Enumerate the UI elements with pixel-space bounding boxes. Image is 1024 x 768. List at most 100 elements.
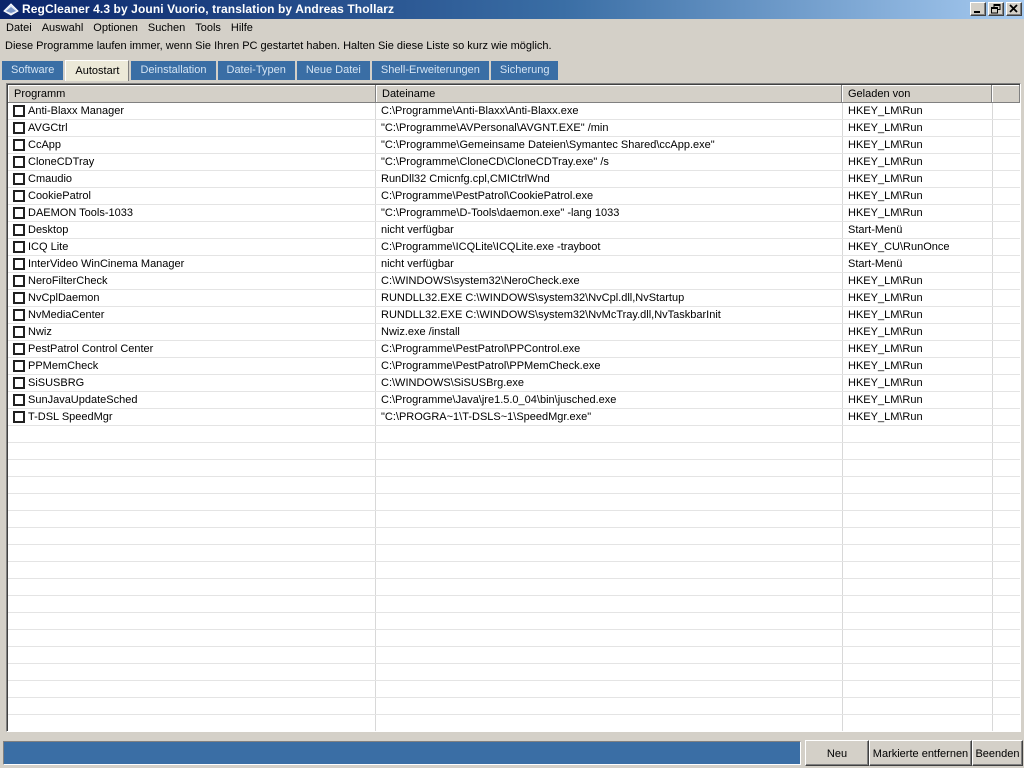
table-row[interactable]: InterVideo WinCinema Manager nicht verfüg…: [8, 256, 1020, 273]
table-row[interactable]: Anti-Blaxx Manager C:\Programme\Anti-Blax…: [8, 103, 1020, 120]
menu-suchen[interactable]: Suchen: [143, 19, 190, 38]
cell-geladen-von: HKEY_LM\Run: [848, 309, 923, 321]
table-row[interactable]: Cmaudio RunDll32 Cmicnfg.cpl,CMICtrlWnd HK…: [8, 171, 1020, 188]
table-row[interactable]: Desktop nicht verfügbar Start-Menü: [8, 222, 1020, 239]
table-row[interactable]: SiSUSBRG C:\WINDOWS\SiSUSBrg.exe HKEY_LM\R…: [8, 375, 1020, 392]
row-checkbox[interactable]: [13, 309, 25, 321]
cell-dateiname: C:\WINDOWS\SiSUSBrg.exe: [381, 377, 525, 389]
menu-auswahl[interactable]: Auswahl: [37, 19, 89, 38]
remove-selected-button[interactable]: Markierte entfernen: [869, 740, 972, 766]
table-row[interactable]: CloneCDTray "C:\Programme\CloneCD\CloneCD…: [8, 154, 1020, 171]
empty-row: [8, 647, 1020, 664]
empty-row: [8, 460, 1020, 477]
table-row[interactable]: T-DSL SpeedMgr "C:\PROGRA~1\T-DSLS~1\Spee…: [8, 409, 1020, 426]
row-checkbox[interactable]: [13, 275, 25, 287]
empty-row: [8, 630, 1020, 647]
table-row[interactable]: NeroFilterCheck C:\WINDOWS\system32\NeroC…: [8, 273, 1020, 290]
cell-dateiname: RUNDLL32.EXE C:\WINDOWS\system32\NvCpl.d…: [381, 292, 685, 304]
table-row[interactable]: Nwiz Nwiz.exe /install HKEY_LM\Run: [8, 324, 1020, 341]
row-checkbox[interactable]: [13, 139, 25, 151]
row-checkbox[interactable]: [13, 292, 25, 304]
cell-geladen-von: HKEY_LM\Run: [848, 275, 923, 287]
cell-programm: CcApp: [28, 139, 62, 151]
menu-hilfe[interactable]: Hilfe: [226, 19, 258, 38]
title-bar[interactable]: RegCleaner 4.3 by Jouni Vuorio, translat…: [0, 0, 1024, 19]
tab-sicherung[interactable]: Sicherung: [490, 61, 559, 80]
tab-autostart[interactable]: Autostart: [65, 60, 130, 81]
tab-datei-typen[interactable]: Datei-Typen: [217, 61, 295, 80]
cell-programm: Nwiz: [28, 326, 52, 338]
row-checkbox[interactable]: [13, 411, 25, 423]
cell-programm: PPMemCheck: [28, 360, 99, 372]
empty-row: [8, 579, 1020, 596]
table-row[interactable]: PPMemCheck C:\Programme\PestPatrol\PPMemC…: [8, 358, 1020, 375]
table-row[interactable]: CookiePatrol C:\Programme\PestPatrol\Cook…: [8, 188, 1020, 205]
cell-dateiname: "C:\Programme\CloneCD\CloneCDTray.exe" /…: [381, 156, 609, 168]
cell-geladen-von: HKEY_LM\Run: [848, 326, 923, 338]
cell-programm: SunJavaUpdateSched: [28, 394, 138, 406]
empty-row: [8, 443, 1020, 460]
cell-geladen-von: HKEY_LM\Run: [848, 377, 923, 389]
tab-shell-erweiterungen[interactable]: Shell-Erweiterungen: [371, 61, 489, 80]
list-rows: Anti-Blaxx Manager C:\Programme\Anti-Blax…: [8, 103, 1020, 731]
cell-geladen-von: HKEY_LM\Run: [848, 190, 923, 202]
cell-geladen-von: HKEY_LM\Run: [848, 360, 923, 372]
table-row[interactable]: NvCplDaemon RUNDLL32.EXE C:\WINDOWS\syste…: [8, 290, 1020, 307]
row-checkbox[interactable]: [13, 258, 25, 270]
menu-optionen[interactable]: Optionen: [88, 19, 143, 38]
tab-deinstallation[interactable]: Deinstallation: [131, 61, 216, 80]
table-row[interactable]: SunJavaUpdateSched C:\Programme\Java\jre1…: [8, 392, 1020, 409]
cell-geladen-von: Start-Menü: [848, 258, 903, 270]
row-checkbox[interactable]: [13, 190, 25, 202]
table-row[interactable]: DAEMON Tools-1033 "C:\Programme\D-Tools\d…: [8, 205, 1020, 222]
table-row[interactable]: PestPatrol Control Center C:\Programme\Pe…: [8, 341, 1020, 358]
cell-geladen-von: HKEY_LM\Run: [848, 343, 923, 355]
empty-row: [8, 613, 1020, 630]
menu-tools[interactable]: Tools: [190, 19, 226, 38]
close-button[interactable]: [1006, 2, 1022, 16]
row-checkbox[interactable]: [13, 173, 25, 185]
row-checkbox[interactable]: [13, 122, 25, 134]
empty-row: [8, 596, 1020, 613]
empty-row: [8, 494, 1020, 511]
tab-neue-datei[interactable]: Neue Datei: [296, 61, 370, 80]
row-checkbox[interactable]: [13, 224, 25, 236]
new-button[interactable]: Neu: [805, 740, 869, 766]
cell-programm: NvCplDaemon: [28, 292, 100, 304]
cell-programm: T-DSL SpeedMgr: [28, 411, 113, 423]
restore-button[interactable]: [988, 2, 1004, 16]
regcleaner-app-icon: [3, 3, 19, 16]
column-header-dateiname[interactable]: Dateiname: [376, 85, 842, 103]
tab-software[interactable]: Software: [2, 61, 64, 80]
column-header-geladen-von[interactable]: Geladen von: [842, 85, 992, 103]
row-checkbox[interactable]: [13, 156, 25, 168]
cell-programm: NeroFilterCheck: [28, 275, 108, 287]
restore-icon: [991, 4, 1001, 14]
column-header-filler: [992, 85, 1020, 103]
row-checkbox[interactable]: [13, 207, 25, 219]
row-checkbox[interactable]: [13, 326, 25, 338]
row-checkbox[interactable]: [13, 343, 25, 355]
table-row[interactable]: NvMediaCenter RUNDLL32.EXE C:\WINDOWS\sys…: [8, 307, 1020, 324]
info-text: Diese Programme laufen immer, wenn Sie I…: [5, 40, 552, 52]
table-row[interactable]: AVGCtrl "C:\Programme\AVPersonal\AVGNT.EX…: [8, 120, 1020, 137]
empty-row: [8, 698, 1020, 715]
empty-row: [8, 426, 1020, 443]
empty-row: [8, 681, 1020, 698]
row-checkbox[interactable]: [13, 377, 25, 389]
exit-button[interactable]: Beenden: [972, 740, 1023, 766]
row-checkbox[interactable]: [13, 394, 25, 406]
column-header-programm[interactable]: Programm: [8, 85, 376, 103]
table-row[interactable]: CcApp "C:\Programme\Gemeinsame Dateien\Sy…: [8, 137, 1020, 154]
table-row[interactable]: ICQ Lite C:\Programme\ICQLite\ICQLite.exe…: [8, 239, 1020, 256]
row-checkbox[interactable]: [13, 241, 25, 253]
autostart-list[interactable]: Programm Dateiname Geladen von Anti-Blax…: [6, 83, 1021, 732]
row-checkbox[interactable]: [13, 105, 25, 117]
empty-row: [8, 477, 1020, 494]
row-checkbox[interactable]: [13, 360, 25, 372]
minimize-button[interactable]: [970, 2, 986, 16]
menu-bar: Datei Auswahl Optionen Suchen Tools Hilf…: [0, 19, 1024, 38]
menu-datei[interactable]: Datei: [1, 19, 37, 38]
cell-programm: CloneCDTray: [28, 156, 95, 168]
cell-geladen-von: HKEY_LM\Run: [848, 292, 923, 304]
